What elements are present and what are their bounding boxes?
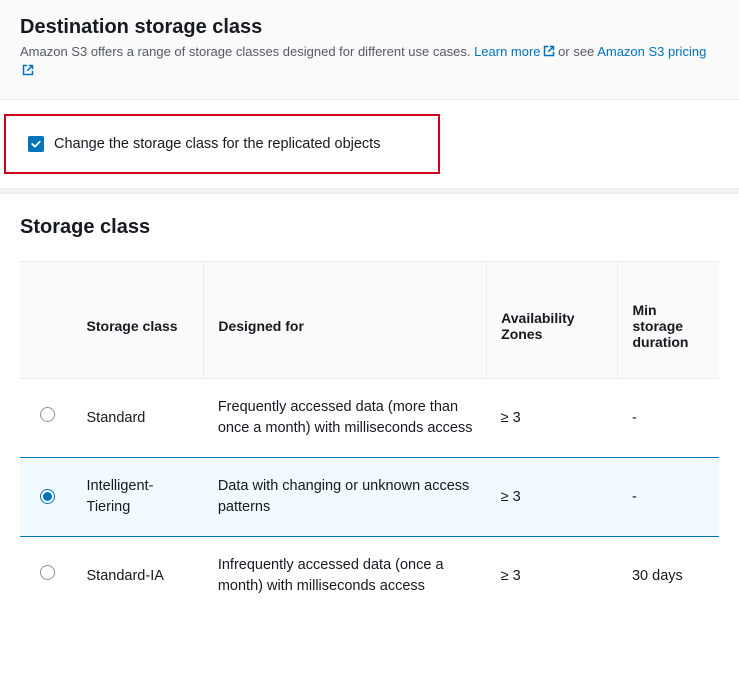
- external-link-icon: [22, 63, 34, 81]
- table-row[interactable]: Standard-IAInfrequently accessed data (o…: [20, 537, 719, 616]
- storage-class-radio[interactable]: [40, 565, 55, 580]
- or-see-text: or see: [555, 44, 598, 59]
- cell-az: ≥ 3: [487, 537, 618, 616]
- destination-header: Destination storage class Amazon S3 offe…: [0, 0, 739, 100]
- storage-class-table: Storage class Designed for Availability …: [20, 262, 719, 615]
- storage-class-section: Storage class Storage class Designed for…: [0, 194, 739, 615]
- destination-desc: Amazon S3 offers a range of storage clas…: [20, 43, 719, 81]
- learn-more-link[interactable]: Learn more: [474, 44, 554, 59]
- cell-name: Standard: [73, 379, 204, 458]
- destination-title: Destination storage class: [20, 16, 719, 39]
- col-header-az: Availability Zones: [487, 262, 618, 379]
- storage-class-title: Storage class: [20, 216, 719, 239]
- storage-class-radio[interactable]: [40, 407, 55, 422]
- highlight-box: Change the storage class for the replica…: [4, 114, 440, 174]
- change-storage-checkbox-row[interactable]: Change the storage class for the replica…: [6, 116, 438, 172]
- table-row[interactable]: StandardFrequently accessed data (more t…: [20, 379, 719, 458]
- radio-cell[interactable]: [20, 537, 73, 616]
- desc-text: Amazon S3 offers a range of storage clas…: [20, 44, 474, 59]
- cell-designed: Frequently accessed data (more than once…: [204, 379, 487, 458]
- external-link-icon: [543, 44, 555, 62]
- cell-az: ≥ 3: [487, 379, 618, 458]
- storage-class-table-wrap: Storage class Designed for Availability …: [20, 261, 719, 615]
- col-header-designed: Designed for: [204, 262, 487, 379]
- change-storage-label: Change the storage class for the replica…: [54, 136, 380, 152]
- cell-duration: 30 days: [618, 537, 719, 616]
- col-header-radio: [20, 262, 73, 379]
- col-header-class: Storage class: [73, 262, 204, 379]
- cell-duration: -: [618, 458, 719, 537]
- cell-duration: -: [618, 379, 719, 458]
- cell-name: Intelligent-Tiering: [73, 458, 204, 537]
- col-header-duration: Min storage duration: [618, 262, 719, 379]
- radio-cell[interactable]: [20, 379, 73, 458]
- table-row[interactable]: Intelligent-TieringData with changing or…: [20, 458, 719, 537]
- cell-name: Standard-IA: [73, 537, 204, 616]
- radio-cell[interactable]: [20, 458, 73, 537]
- check-icon: [30, 138, 42, 150]
- storage-class-radio[interactable]: [40, 489, 55, 504]
- change-storage-checkbox[interactable]: [28, 136, 44, 152]
- cell-az: ≥ 3: [487, 458, 618, 537]
- cell-designed: Data with changing or unknown access pat…: [204, 458, 487, 537]
- table-header-row: Storage class Designed for Availability …: [20, 262, 719, 379]
- cell-designed: Infrequently accessed data (once a month…: [204, 537, 487, 616]
